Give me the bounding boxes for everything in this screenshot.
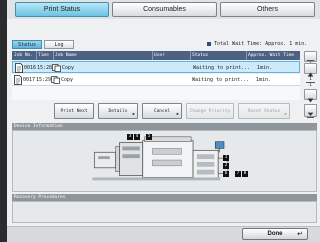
reset-status-label: Reset Status xyxy=(247,108,281,114)
subtab-label: Log xyxy=(54,41,64,48)
change-priority-label: Change Priority xyxy=(189,108,231,114)
cell-job-no: 0017 xyxy=(23,77,36,83)
cell-job-name: Copy xyxy=(61,77,74,83)
scroll-top-button[interactable] xyxy=(304,51,317,66)
table-row[interactable]: 0017 15:29 Copy Waiting to print... 1min… xyxy=(12,74,300,86)
document-icon xyxy=(15,63,23,73)
col-job-no: Job No. xyxy=(14,53,33,58)
empty-rows xyxy=(12,86,300,100)
document-icon xyxy=(14,75,22,85)
col-job-name: Job Name xyxy=(55,53,77,58)
top-tab-bar: Print Status Consumables Others xyxy=(7,0,320,19)
page-total: 1 xyxy=(309,83,312,88)
device-info-panel: 3 4 5 1 2 6 7 8 xyxy=(12,130,317,192)
subtab-log[interactable]: Log xyxy=(44,40,74,49)
col-time: Time xyxy=(38,53,49,58)
cell-status: Waiting to print... xyxy=(192,77,250,83)
total-wait-label: Total Wait Time: Approx. xyxy=(214,41,287,47)
col-wait-time: Approx. Wait Time xyxy=(248,53,295,58)
tab-label: Others xyxy=(256,6,278,13)
tray-label: 7 xyxy=(235,171,241,177)
tray-label: 1 xyxy=(223,155,229,161)
print-status-screen: Print Status Consumables Others Status L… xyxy=(7,0,320,242)
reset-status-button[interactable]: Reset Status ▶ xyxy=(238,103,290,119)
cell-job-name: Copy xyxy=(62,65,75,71)
scroll-bottom-button[interactable] xyxy=(304,104,317,118)
total-wait-time: Total Wait Time: Approx. 1 min. xyxy=(207,41,307,47)
tray-label: 6 xyxy=(223,171,229,177)
printer-diagram-icon xyxy=(92,136,229,181)
cell-wait: 1min. xyxy=(257,65,273,71)
table-header: Job No. Time Job Name User Status Approx… xyxy=(12,51,300,60)
tab-label: Consumables xyxy=(143,6,186,13)
done-label: Done xyxy=(267,231,283,237)
copy-icon xyxy=(52,64,61,72)
table-row[interactable]: 0016 15:28 Copy Waiting to print... 1min… xyxy=(12,61,300,73)
col-user: User xyxy=(154,53,165,58)
print-next-button[interactable]: Print Next xyxy=(54,103,94,119)
tab-label: Print Status xyxy=(43,6,81,13)
tab-others[interactable]: Others xyxy=(220,2,315,17)
triangle-icon: ▶ xyxy=(176,111,179,116)
col-status: Status xyxy=(192,53,209,58)
status-dot-icon xyxy=(207,42,211,46)
page-indicator: 1 1 xyxy=(304,77,317,88)
tray-label: 3 xyxy=(127,134,133,140)
cell-status: Waiting to print... xyxy=(193,65,251,71)
tray-label: 2 xyxy=(223,163,229,169)
tray-label: 5 xyxy=(146,134,152,140)
subtab-status[interactable]: Status xyxy=(12,40,42,49)
recovery-panel xyxy=(12,201,317,223)
scroll-down-button[interactable] xyxy=(304,89,317,103)
scroll-bottom-icon xyxy=(306,112,315,118)
cell-time: 15:28 xyxy=(37,65,53,71)
print-next-label: Print Next xyxy=(60,108,88,114)
device-info-title: Device Information xyxy=(14,124,63,129)
details-label: Details xyxy=(108,108,128,114)
recovery-title: Recovery Procedures xyxy=(14,195,66,200)
enter-arrow-icon: ↵ xyxy=(297,231,303,238)
recovery-header: Recovery Procedures xyxy=(12,194,317,201)
change-priority-button[interactable]: Change Priority xyxy=(186,103,234,119)
cell-job-no: 0016 xyxy=(24,65,37,71)
copy-icon xyxy=(51,76,60,84)
total-wait-value: 1 min. xyxy=(289,41,308,47)
cancel-button[interactable]: Cancel ▶ xyxy=(142,103,182,119)
subtab-label: Status xyxy=(17,41,37,48)
tray-label: 8 xyxy=(242,171,248,177)
cell-time: 15:29 xyxy=(36,77,52,83)
triangle-icon: ▶ xyxy=(284,111,287,116)
tab-print-status[interactable]: Print Status xyxy=(15,2,109,17)
tab-consumables[interactable]: Consumables xyxy=(112,2,217,17)
cell-wait: 1min. xyxy=(256,77,272,83)
tray-label: 4 xyxy=(134,134,140,140)
done-button[interactable]: Done ↵ xyxy=(242,228,308,240)
triangle-icon: ▶ xyxy=(132,111,135,116)
details-button[interactable]: Details ▶ xyxy=(98,103,138,119)
device-info-header: Device Information xyxy=(12,123,317,130)
scroll-up-button[interactable] xyxy=(304,63,317,77)
cancel-label: Cancel xyxy=(153,108,171,114)
